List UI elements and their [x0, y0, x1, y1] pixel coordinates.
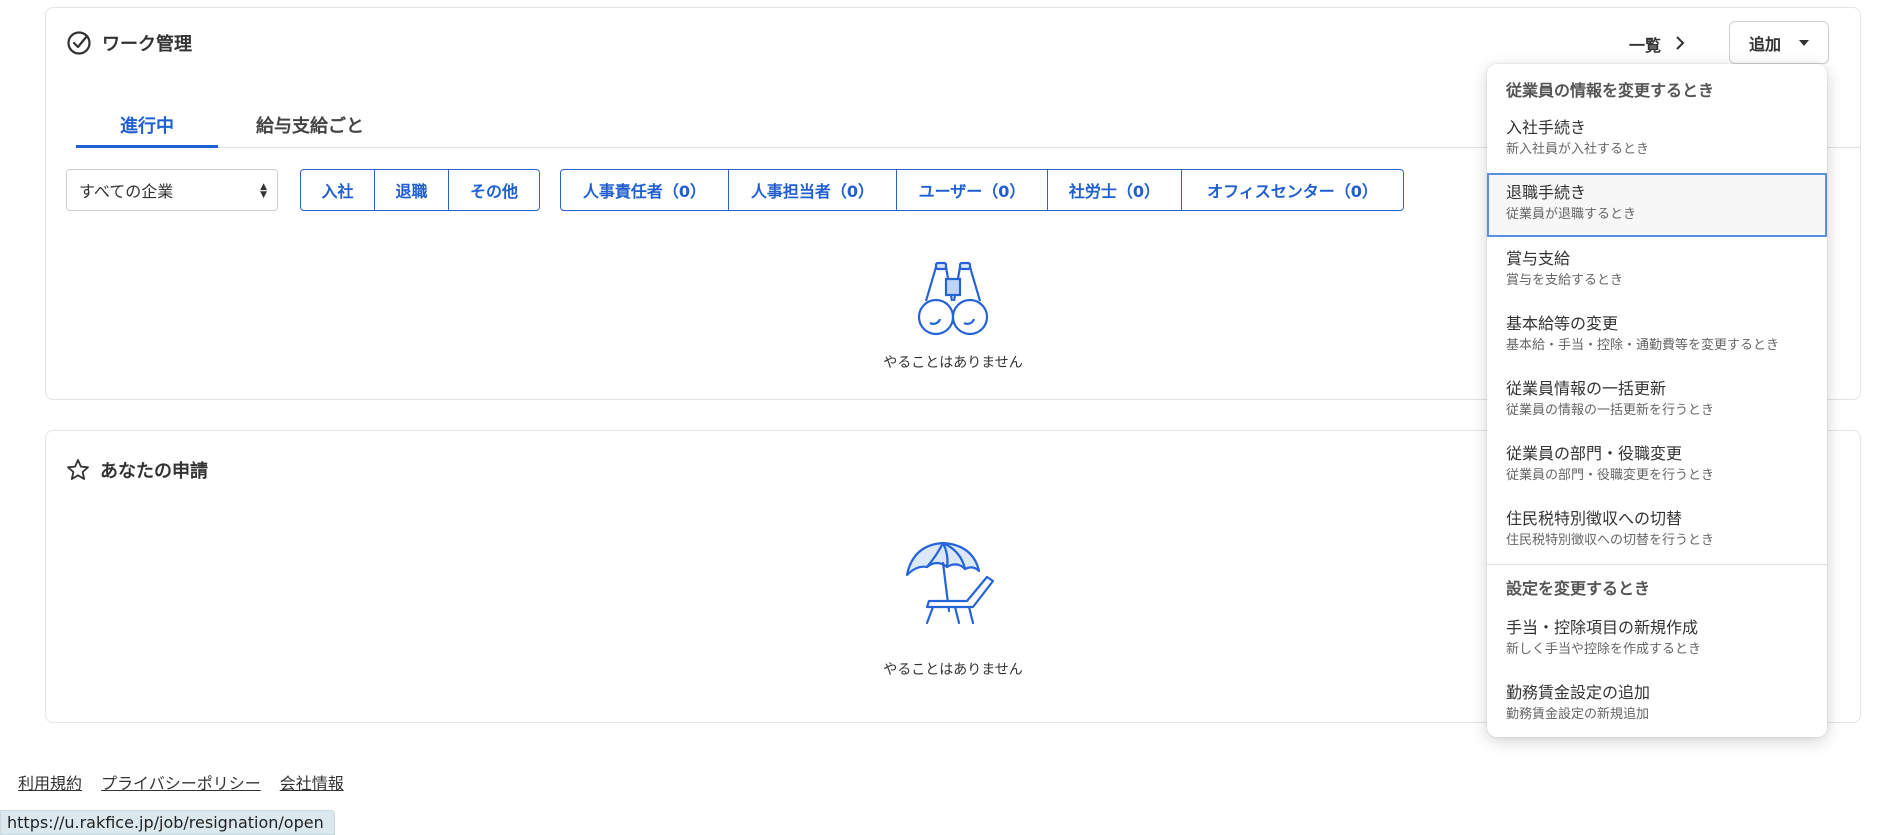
- menu-item-title: 従業員情報の一括更新: [1506, 379, 1667, 398]
- filter-labor-consultant[interactable]: 社労士（0）: [1048, 170, 1182, 210]
- menu-item-allowance-new[interactable]: 手当・控除項目の新規作成 新しく手当や控除を作成するとき: [1487, 608, 1827, 673]
- work-management-title: ワーク管理: [66, 30, 192, 56]
- menu-item-title: 退職手続き: [1506, 183, 1587, 202]
- footer-link-company[interactable]: 会社情報: [280, 770, 344, 794]
- menu-item-subtitle: 勤務賃金設定の新規追加: [1506, 707, 1650, 722]
- add-button[interactable]: 追加: [1729, 21, 1829, 64]
- menu-item-title: 従業員の部門・役職変更: [1506, 444, 1683, 463]
- check-circle-icon: [66, 30, 92, 56]
- menu-item-title: 手当・控除項目の新規作成: [1506, 618, 1699, 637]
- dropdown-heading-settings: 設定を変更するとき: [1506, 579, 1651, 598]
- filter-user[interactable]: ユーザー（0）: [897, 170, 1048, 210]
- list-link-label: 一覧: [1629, 36, 1662, 55]
- menu-item-base-salary-change[interactable]: 基本給等の変更 基本給・手当・控除・通勤費等を変更するとき: [1487, 304, 1827, 369]
- filter-other[interactable]: その他: [449, 170, 539, 210]
- dropdown-divider: [1487, 564, 1827, 565]
- dropdown-heading-employee: 従業員の情報を変更するとき: [1506, 81, 1715, 100]
- menu-item-subtitle: 基本給・手当・控除・通勤費等を変更するとき: [1506, 338, 1780, 353]
- add-button-label: 追加: [1748, 34, 1781, 54]
- menu-item-subtitle: 賞与を支給するとき: [1506, 273, 1624, 288]
- menu-item-title: 賞与支給: [1506, 249, 1571, 268]
- company-select-value: すべての企業: [79, 182, 174, 201]
- work-management-title-text: ワーク管理: [102, 34, 192, 55]
- type-filter-group: 入社 退職 その他: [300, 169, 540, 211]
- menu-item-subtitle: 新しく手当や控除を作成するとき: [1506, 642, 1702, 657]
- status-bar-url: https://u.rakfice.jp/job/resignation/ope…: [0, 810, 335, 835]
- menu-item-wage-setting-add[interactable]: 勤務賃金設定の追加 勤務賃金設定の新規追加: [1487, 673, 1827, 738]
- filter-joining[interactable]: 入社: [301, 170, 375, 210]
- select-arrows-icon: ▲ ▼: [260, 182, 267, 200]
- menu-item-resident-tax-switch[interactable]: 住民税特別徴収への切替 住民税特別徴収への切替を行うとき: [1487, 499, 1827, 564]
- menu-item-department-change[interactable]: 従業員の部門・役職変更 従業員の部門・役職変更を行うとき: [1487, 434, 1827, 499]
- menu-item-bulk-update[interactable]: 従業員情報の一括更新 従業員の情報の一括更新を行うとき: [1487, 369, 1827, 434]
- menu-item-resignation[interactable]: 退職手続き 従業員が退職するとき: [1487, 173, 1827, 237]
- menu-item-joining[interactable]: 入社手続き 新入社員が入社するとき: [1487, 108, 1827, 173]
- tab-in-progress[interactable]: 進行中: [76, 104, 218, 148]
- role-filter-group: 人事責任者（0） 人事担当者（0） ユーザー（0） 社労士（0） オフィスセンタ…: [560, 169, 1404, 211]
- menu-item-subtitle: 住民税特別徴収への切替を行うとき: [1506, 533, 1715, 548]
- chevron-right-icon: [1675, 35, 1685, 54]
- menu-item-subtitle: 新入社員が入社するとき: [1506, 142, 1650, 157]
- tab-per-payroll[interactable]: 給与支給ごと: [230, 104, 390, 148]
- company-select[interactable]: すべての企業 ▲ ▼: [66, 169, 278, 211]
- filter-office-center[interactable]: オフィスセンター（0）: [1182, 170, 1403, 210]
- star-icon: [66, 458, 90, 482]
- menu-item-title: 基本給等の変更: [1506, 314, 1619, 333]
- menu-item-subtitle: 従業員の部門・役職変更を行うとき: [1506, 468, 1715, 483]
- footer-link-terms[interactable]: 利用規約: [18, 770, 82, 794]
- filter-hr-staff[interactable]: 人事担当者（0）: [729, 170, 897, 210]
- menu-item-subtitle: 従業員の情報の一括更新を行うとき: [1506, 403, 1715, 418]
- filter-hr-manager[interactable]: 人事責任者（0）: [561, 170, 729, 210]
- filter-resignation[interactable]: 退職: [375, 170, 449, 210]
- menu-item-title: 入社手続き: [1506, 118, 1587, 137]
- caret-down-icon: [1799, 39, 1809, 46]
- add-dropdown-menu: 従業員の情報を変更するとき 入社手続き 新入社員が入社するとき 退職手続き 従業…: [1487, 64, 1827, 737]
- menu-item-subtitle: 従業員が退職するとき: [1506, 207, 1637, 222]
- menu-item-title: 住民税特別徴収への切替: [1506, 509, 1683, 528]
- menu-item-title: 勤務賃金設定の追加: [1506, 683, 1651, 702]
- footer-link-privacy[interactable]: プライバシーポリシー: [101, 770, 261, 794]
- list-link[interactable]: 一覧: [1629, 32, 1685, 56]
- your-applications-title-text: あなたの申請: [100, 461, 208, 482]
- your-applications-title: あなたの申請: [66, 457, 208, 483]
- footer-links: 利用規約 プライバシーポリシー 会社情報: [18, 770, 344, 794]
- menu-item-bonus[interactable]: 賞与支給 賞与を支給するとき: [1487, 239, 1827, 304]
